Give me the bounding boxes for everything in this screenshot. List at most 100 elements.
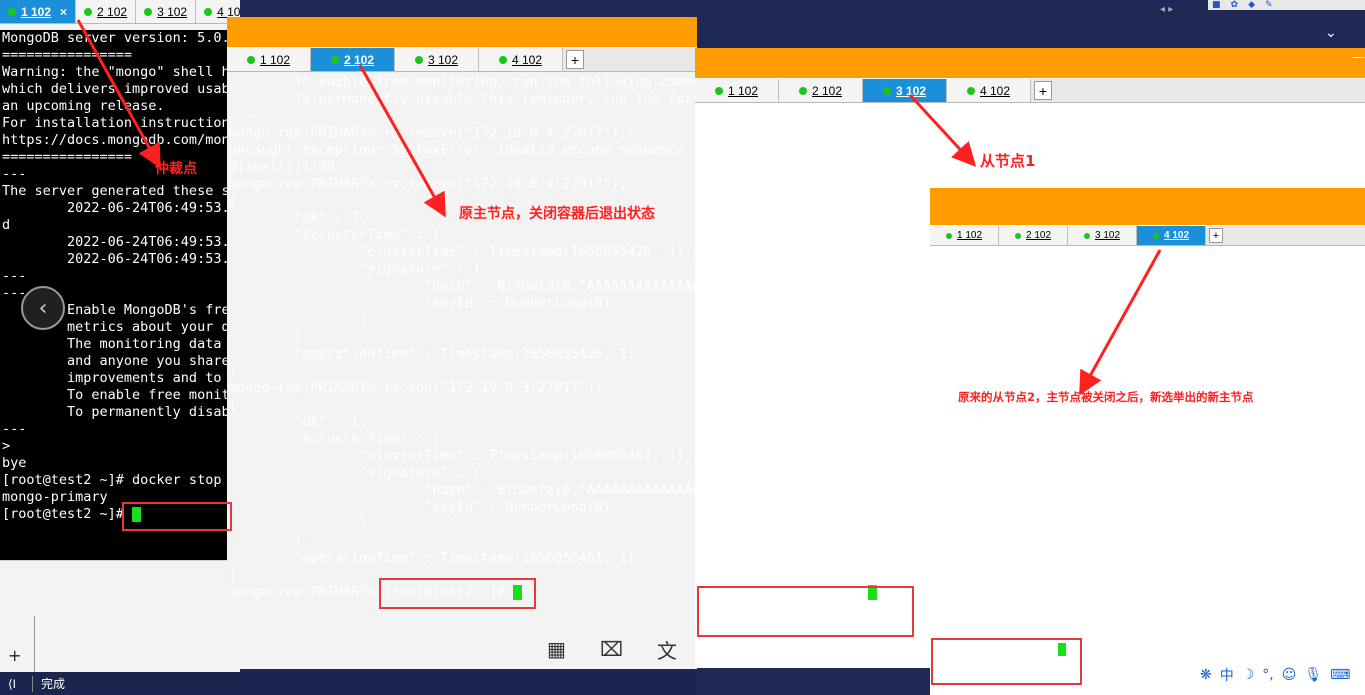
terminal-line-text: an upcoming release.: [932, 250, 1065, 263]
highlight-secondary-prompts: [697, 586, 914, 637]
terminal-line: ---: [2, 166, 240, 183]
terminal-line: and anyone you share the URL with. Mongo…: [932, 544, 1365, 558]
terminal-line-text: MongoDB server version: 5.0.: [2, 30, 230, 46]
tab-1[interactable]: 1 102: [930, 226, 999, 245]
screenshot-icon[interactable]: ⌧: [600, 637, 623, 661]
tab-label: 2 102: [1025, 230, 1052, 241]
translate-icon[interactable]: 文: [657, 635, 677, 664]
terminal-line-text: 2022-06-24T06:46:24.3: [697, 363, 933, 379]
terminal-line: "clusterTime" : Timestamp(1656055426, 1)…: [229, 244, 697, 261]
terminal-toolbar-2: ▦ ⌧ 文: [227, 629, 697, 669]
close-icon[interactable]: ×: [60, 5, 67, 19]
terminal-line-text: "$clusterTime" : {: [229, 431, 441, 447]
back-nav-button[interactable]: ‹: [21, 286, 65, 330]
tab-3[interactable]: 3 102: [395, 48, 479, 71]
terminal-line-text: To enable free monitoring, run the follo…: [229, 74, 697, 90]
tab-4[interactable]: 4 102: [1137, 226, 1206, 245]
terminal-line: mongo-rep:PRIMARY> rs.remove("172.19.0.4…: [229, 125, 697, 142]
tab-3[interactable]: 3 102: [1068, 226, 1137, 245]
terminal-line-text: "keyId" : NumberLong(0): [229, 499, 612, 515]
tray-icon-2[interactable]: ✿: [1231, 0, 1239, 10]
terminal-line: ================: [2, 47, 240, 64]
status-dot-icon: [1152, 232, 1159, 239]
terminal-line-text: mongo-rep:PRIMARY> rs.remove("172.19.0.4…: [229, 125, 636, 141]
tray-icon-1[interactable]: ■: [1212, 0, 1221, 10]
status-dot-icon: [204, 7, 213, 16]
tab-3[interactable]: 3 102: [136, 0, 197, 23]
status-nav-icon[interactable]: ⟨I: [8, 677, 28, 691]
minimize-icon[interactable]: —: [1352, 50, 1365, 65]
terminal-line-text: mongo-rep:PRIMARY> rs.remove("172.19.0.4…: [229, 176, 628, 192]
ime-item[interactable]: ☽: [1242, 667, 1255, 683]
ime-item[interactable]: 🎙: [1304, 667, 1322, 683]
tab-4[interactable]: 4 102: [479, 48, 563, 71]
layout-icon[interactable]: ▦: [547, 637, 566, 661]
tab-2[interactable]: 2 102: [76, 0, 137, 23]
terminal-line: The monitoring data will be available on…: [932, 530, 1365, 544]
tab-3[interactable]: 3 102: [863, 79, 947, 102]
terminal-line-text: [root@test2 ~]# docker stop: [2, 472, 222, 488]
window2-controls[interactable]: ⌄: [1325, 25, 1337, 41]
terminal-line: metrics about your deployment (disk util…: [932, 516, 1365, 530]
terminal-line: To permanently disable this reminder, ru…: [932, 586, 1365, 600]
terminal-line-text: For interactive help, type "help".: [932, 320, 1158, 333]
terminal-window-4[interactable]: 1 102 2 102 3 102 4 102 + an upcoming releas…: [930, 188, 1365, 695]
terminal-line-text: lable","message":"Protocol not available…: [697, 108, 1348, 124]
terminal-line: For installation instructions, see: [932, 264, 1365, 278]
terminal-line-text: improvements and to: [2, 370, 230, 386]
tab-label: 4 102: [1163, 230, 1190, 241]
tab-label: 3 102: [427, 52, 459, 67]
window3-controls[interactable]: —: [1352, 50, 1365, 65]
terminal-line-text: The server generated these st: [697, 295, 933, 311]
terminal-line: "keyId" : NumberLong(0): [229, 295, 697, 312]
terminal-line-text: metrics about your deployment (disk util…: [932, 516, 1365, 529]
terminal-line: To enable free monit: [2, 387, 240, 404]
terminal-line-text: mongo-primary: [2, 489, 108, 505]
terminal-line: For installation instruction: [2, 115, 240, 132]
terminal-line: Welcome to the MongoDB shell.: [932, 306, 1365, 320]
tab-label: 1 102: [956, 230, 983, 241]
terminal-line: "operationTime" : Timestamp(1656055426, …: [229, 346, 697, 363]
tray-icon-4[interactable]: ✎: [1265, 0, 1273, 10]
tab-label: 3 102: [1094, 230, 1121, 241]
terminal-line-text: Enable MongoDB's free cloud-based monito…: [932, 502, 1365, 515]
terminal-line: "$clusterTime" : {: [229, 431, 697, 448]
terminal-line-text: >: [2, 438, 11, 454]
chevron-down-icon[interactable]: ⌄: [1325, 25, 1337, 41]
terminal-window-2[interactable]: 1 102 2 102 3 102 4 102 + To enable free mon…: [227, 17, 697, 669]
tab-2[interactable]: 2 102: [999, 226, 1068, 245]
ime-toolbar[interactable]: ❋ 中 ☽ °, ☺ 🎙 ⌨: [1194, 661, 1365, 689]
paw-icon[interactable]: ❋: [1200, 667, 1212, 683]
tab-4[interactable]: 4 102: [947, 79, 1031, 102]
terminal-line: }: [229, 312, 697, 329]
ime-item[interactable]: °,: [1262, 667, 1273, 683]
terminal-line-text: Questions? Try the MongoDB Developer Com…: [932, 362, 1283, 375]
tab-2[interactable]: 2 102: [311, 48, 395, 71]
terminal-line-text: MongoDB server version: 5.0.9: [697, 142, 933, 158]
tab-label: 2 102: [97, 4, 128, 19]
tab-1[interactable]: 1 102: [227, 48, 311, 71]
new-tab-button[interactable]: +: [566, 50, 584, 69]
tray-icon-3[interactable]: ◆: [1248, 0, 1255, 10]
ime-item[interactable]: 中: [1220, 665, 1234, 685]
status-dot-icon: [945, 232, 952, 239]
tab-1[interactable]: 1 102: [695, 79, 779, 102]
tab-2[interactable]: 2 102: [779, 79, 863, 102]
new-tab-button[interactable]: +: [1209, 228, 1223, 243]
status-dot-icon: [330, 55, 339, 64]
terminal-output-2[interactable]: To enable free monitoring, run the follo…: [227, 74, 697, 629]
terminal-line-text: "signature" : {: [229, 261, 481, 277]
terminal-line: ---: [932, 488, 1365, 502]
terminal-line-text: Implicit session: session { "id" : UUID(…: [697, 125, 1356, 141]
add-icon[interactable]: +: [8, 646, 21, 665]
terminal-output-4[interactable]: an upcoming release. For installation ins…: [930, 250, 1365, 695]
new-tab-button[interactable]: +: [1034, 81, 1052, 100]
ime-item[interactable]: ☺: [1282, 667, 1297, 683]
annotation-old-primary: 原主节点，关闭容器后退出状态: [459, 206, 655, 222]
tab-label: 4 102: [511, 52, 543, 67]
terminal-line-text: To permanently disabl: [697, 516, 933, 532]
ime-item[interactable]: ⌨: [1330, 667, 1350, 683]
tab-1[interactable]: 1 102 ×: [0, 0, 77, 23]
terminal-line-text: Welcome to the MongoDB shell.: [932, 306, 1125, 319]
terminal-window-1[interactable]: 1 102×2 1023 1024 102+ MongoDB server ve…: [0, 0, 240, 695]
